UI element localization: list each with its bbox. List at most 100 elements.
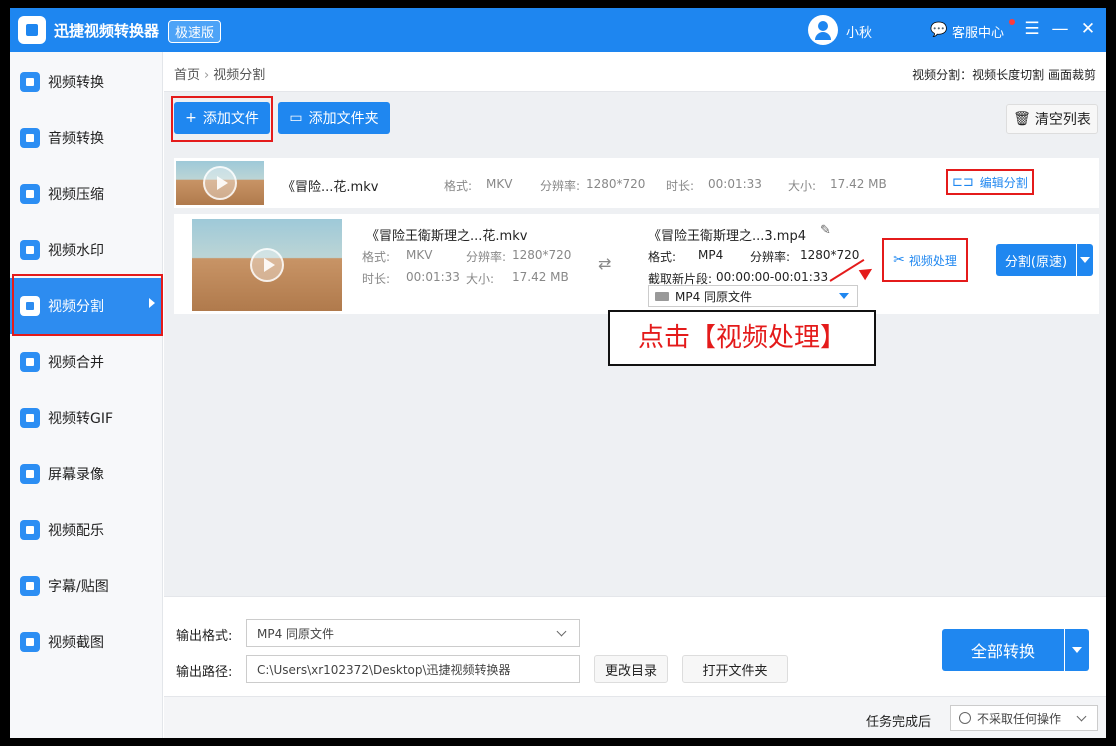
chat-bubble-icon[interactable]: 💬: [930, 22, 947, 38]
sidebar-item-label: 视频配乐: [48, 523, 104, 539]
split-dropdown-button[interactable]: [1077, 244, 1093, 276]
sidebar-item-video-compress[interactable]: 视频压缩: [10, 166, 163, 222]
title-bar: 迅捷视频转换器 极速版 小秋 💬 客服中心 ☰ — ✕: [10, 8, 1106, 52]
pencil-icon[interactable]: ✎: [820, 223, 831, 238]
duration-value: 00:01:33: [406, 270, 460, 284]
clear-list-button[interactable]: 🗑 清空列表: [1006, 104, 1098, 134]
sidebar-item-label: 音频转换: [48, 131, 104, 147]
sidebar-item-screen-record[interactable]: 屏幕录像: [10, 446, 163, 502]
sidebar-item-video-watermark[interactable]: 视频水印: [10, 222, 163, 278]
change-directory-button[interactable]: 更改目录: [594, 655, 668, 683]
file-row[interactable]: 《冒险...花.mkv 格式: MKV 分辨率: 1280*720 时长: 00…: [174, 158, 1099, 208]
size-label: 大小:: [466, 272, 495, 286]
highlight-box-sidebar: [12, 274, 163, 336]
chevron-down-icon: [556, 626, 567, 637]
shuffle-icon: ⇄: [598, 254, 612, 273]
source-file-name: 《冒险王衛斯理之...花.mkv: [366, 229, 528, 244]
sidebar-item-video-merge[interactable]: 视频合并: [10, 334, 163, 390]
split-item: 《冒险王衛斯理之...花.mkv 格式: MKV 分辨率: 1280*720 时…: [174, 214, 1099, 314]
sidebar-item-video-convert[interactable]: 视频转换: [10, 54, 163, 110]
breadcrumb-bar: 首页 › 视频分割 视频分割：视频长度切割 画面裁剪: [164, 52, 1106, 92]
format-label: 格式:: [648, 250, 677, 264]
video-watermark-icon: [20, 240, 40, 260]
sidebar-item-audio-convert[interactable]: 音频转换: [10, 110, 163, 166]
output-format-dropdown[interactable]: MP4 同原文件: [246, 619, 580, 647]
sidebar-item-screenshot[interactable]: 视频截图: [10, 614, 163, 670]
size-value: 17.42 MB: [830, 177, 887, 191]
clear-list-label: 清空列表: [1034, 112, 1091, 128]
sidebar-item-label: 视频压缩: [48, 187, 104, 203]
breadcrumb-separator: ›: [204, 68, 210, 83]
convert-all-dropdown-button[interactable]: [1065, 629, 1089, 671]
duration-label: 时长:: [666, 179, 695, 193]
sidebar-item-subtitle[interactable]: 字幕/贴图: [10, 558, 163, 614]
add-folder-label: 添加文件夹: [308, 111, 379, 127]
output-format-value: MP4 同原文件: [675, 289, 753, 304]
video-merge-icon: [20, 352, 40, 372]
video-process-button[interactable]: ✂ 视频处理: [882, 238, 968, 282]
resolution-label: 分辨率:: [466, 250, 507, 264]
duration-label: 时长:: [362, 272, 391, 286]
size-label: 大小:: [788, 179, 817, 193]
breadcrumb-home[interactable]: 首页: [174, 68, 200, 83]
output-format-dropdown-value: MP4 同原文件: [257, 626, 335, 641]
notification-dot: [1009, 19, 1015, 25]
resolution-value: 1280*720: [586, 177, 646, 191]
user-avatar-icon[interactable]: [808, 15, 838, 45]
sidebar-item-music[interactable]: 视频配乐: [10, 502, 163, 558]
mode-info: 视频分割：视频长度切割 画面裁剪: [912, 68, 1096, 82]
scissors-icon: ✂: [893, 252, 905, 268]
sidebar-item-label: 视频转GIF: [48, 411, 114, 427]
size-value: 17.42 MB: [512, 270, 569, 284]
format-label: 格式:: [444, 179, 473, 193]
after-task-label: 任务完成后: [866, 715, 932, 730]
caret-down-icon: [1080, 257, 1090, 263]
video-camera-icon: [655, 291, 669, 301]
breadcrumb: 首页 › 视频分割: [174, 64, 265, 83]
clip-value: 00:00:00-00:01:33: [716, 270, 829, 284]
video-thumbnail: [192, 219, 342, 311]
format-label: 格式:: [362, 250, 391, 264]
format-value: MKV: [486, 177, 513, 191]
play-icon[interactable]: [250, 248, 284, 282]
caret-down-icon: [1072, 647, 1082, 653]
resolution-label: 分辨率:: [540, 179, 581, 193]
output-format-select[interactable]: MP4 同原文件: [648, 285, 858, 307]
username[interactable]: 小秋: [846, 22, 872, 41]
video-compress-icon: [20, 184, 40, 204]
convert-all-button[interactable]: 全部转换: [942, 629, 1064, 671]
format-value: MP4: [698, 248, 724, 262]
annotation-callout: 点击【视频处理】: [608, 310, 876, 366]
play-icon[interactable]: [203, 166, 237, 200]
service-center-link[interactable]: 客服中心: [952, 22, 1004, 41]
menu-icon[interactable]: ☰: [1020, 17, 1044, 41]
video-process-label: 视频处理: [908, 253, 957, 268]
sidebar-item-label: 视频合并: [48, 355, 104, 371]
subtitle-icon: [20, 576, 40, 596]
output-format-label: 输出格式:: [176, 629, 233, 644]
app-title: 迅捷视频转换器: [54, 22, 160, 40]
resolution-value: 1280*720: [800, 248, 860, 262]
edit-split-label: 编辑分割: [979, 175, 1028, 190]
sidebar-item-label: 字幕/贴图: [48, 579, 109, 595]
main-area: 首页 › 视频分割 视频分割：视频长度切割 画面裁剪 + 添加文件 ▭ 添加文件夹 …: [164, 52, 1106, 738]
close-icon[interactable]: ✕: [1076, 17, 1100, 41]
split-original-speed-button[interactable]: 分割(原速): [996, 244, 1076, 276]
output-path-input[interactable]: C:\Users\xr102372\Desktop\迅捷视频转换器: [246, 655, 580, 683]
output-settings-panel: 输出格式: MP4 同原文件 输出路径: C:\Users\xr102372\D…: [164, 596, 1106, 696]
sidebar-item-label: 视频截图: [48, 635, 104, 651]
screenshot-icon: [20, 632, 40, 652]
audio-convert-icon: [20, 128, 40, 148]
edition-badge: 极速版: [168, 20, 222, 43]
minimize-icon[interactable]: —: [1048, 17, 1072, 41]
sidebar-item-video-gif[interactable]: 视频转GIF: [10, 390, 163, 446]
gif-icon: [20, 408, 40, 428]
add-folder-button[interactable]: ▭ 添加文件夹: [278, 102, 390, 134]
output-path-label: 输出路径:: [176, 665, 233, 680]
breadcrumb-current: 视频分割: [213, 68, 266, 83]
open-folder-button[interactable]: 打开文件夹: [682, 655, 788, 683]
caret-down-icon: [839, 293, 849, 299]
after-task-dropdown[interactable]: 不采取任何操作: [950, 705, 1098, 731]
edit-split-button[interactable]: ⊏⊐ 编辑分割: [946, 169, 1034, 195]
resolution-label: 分辨率:: [750, 250, 791, 264]
